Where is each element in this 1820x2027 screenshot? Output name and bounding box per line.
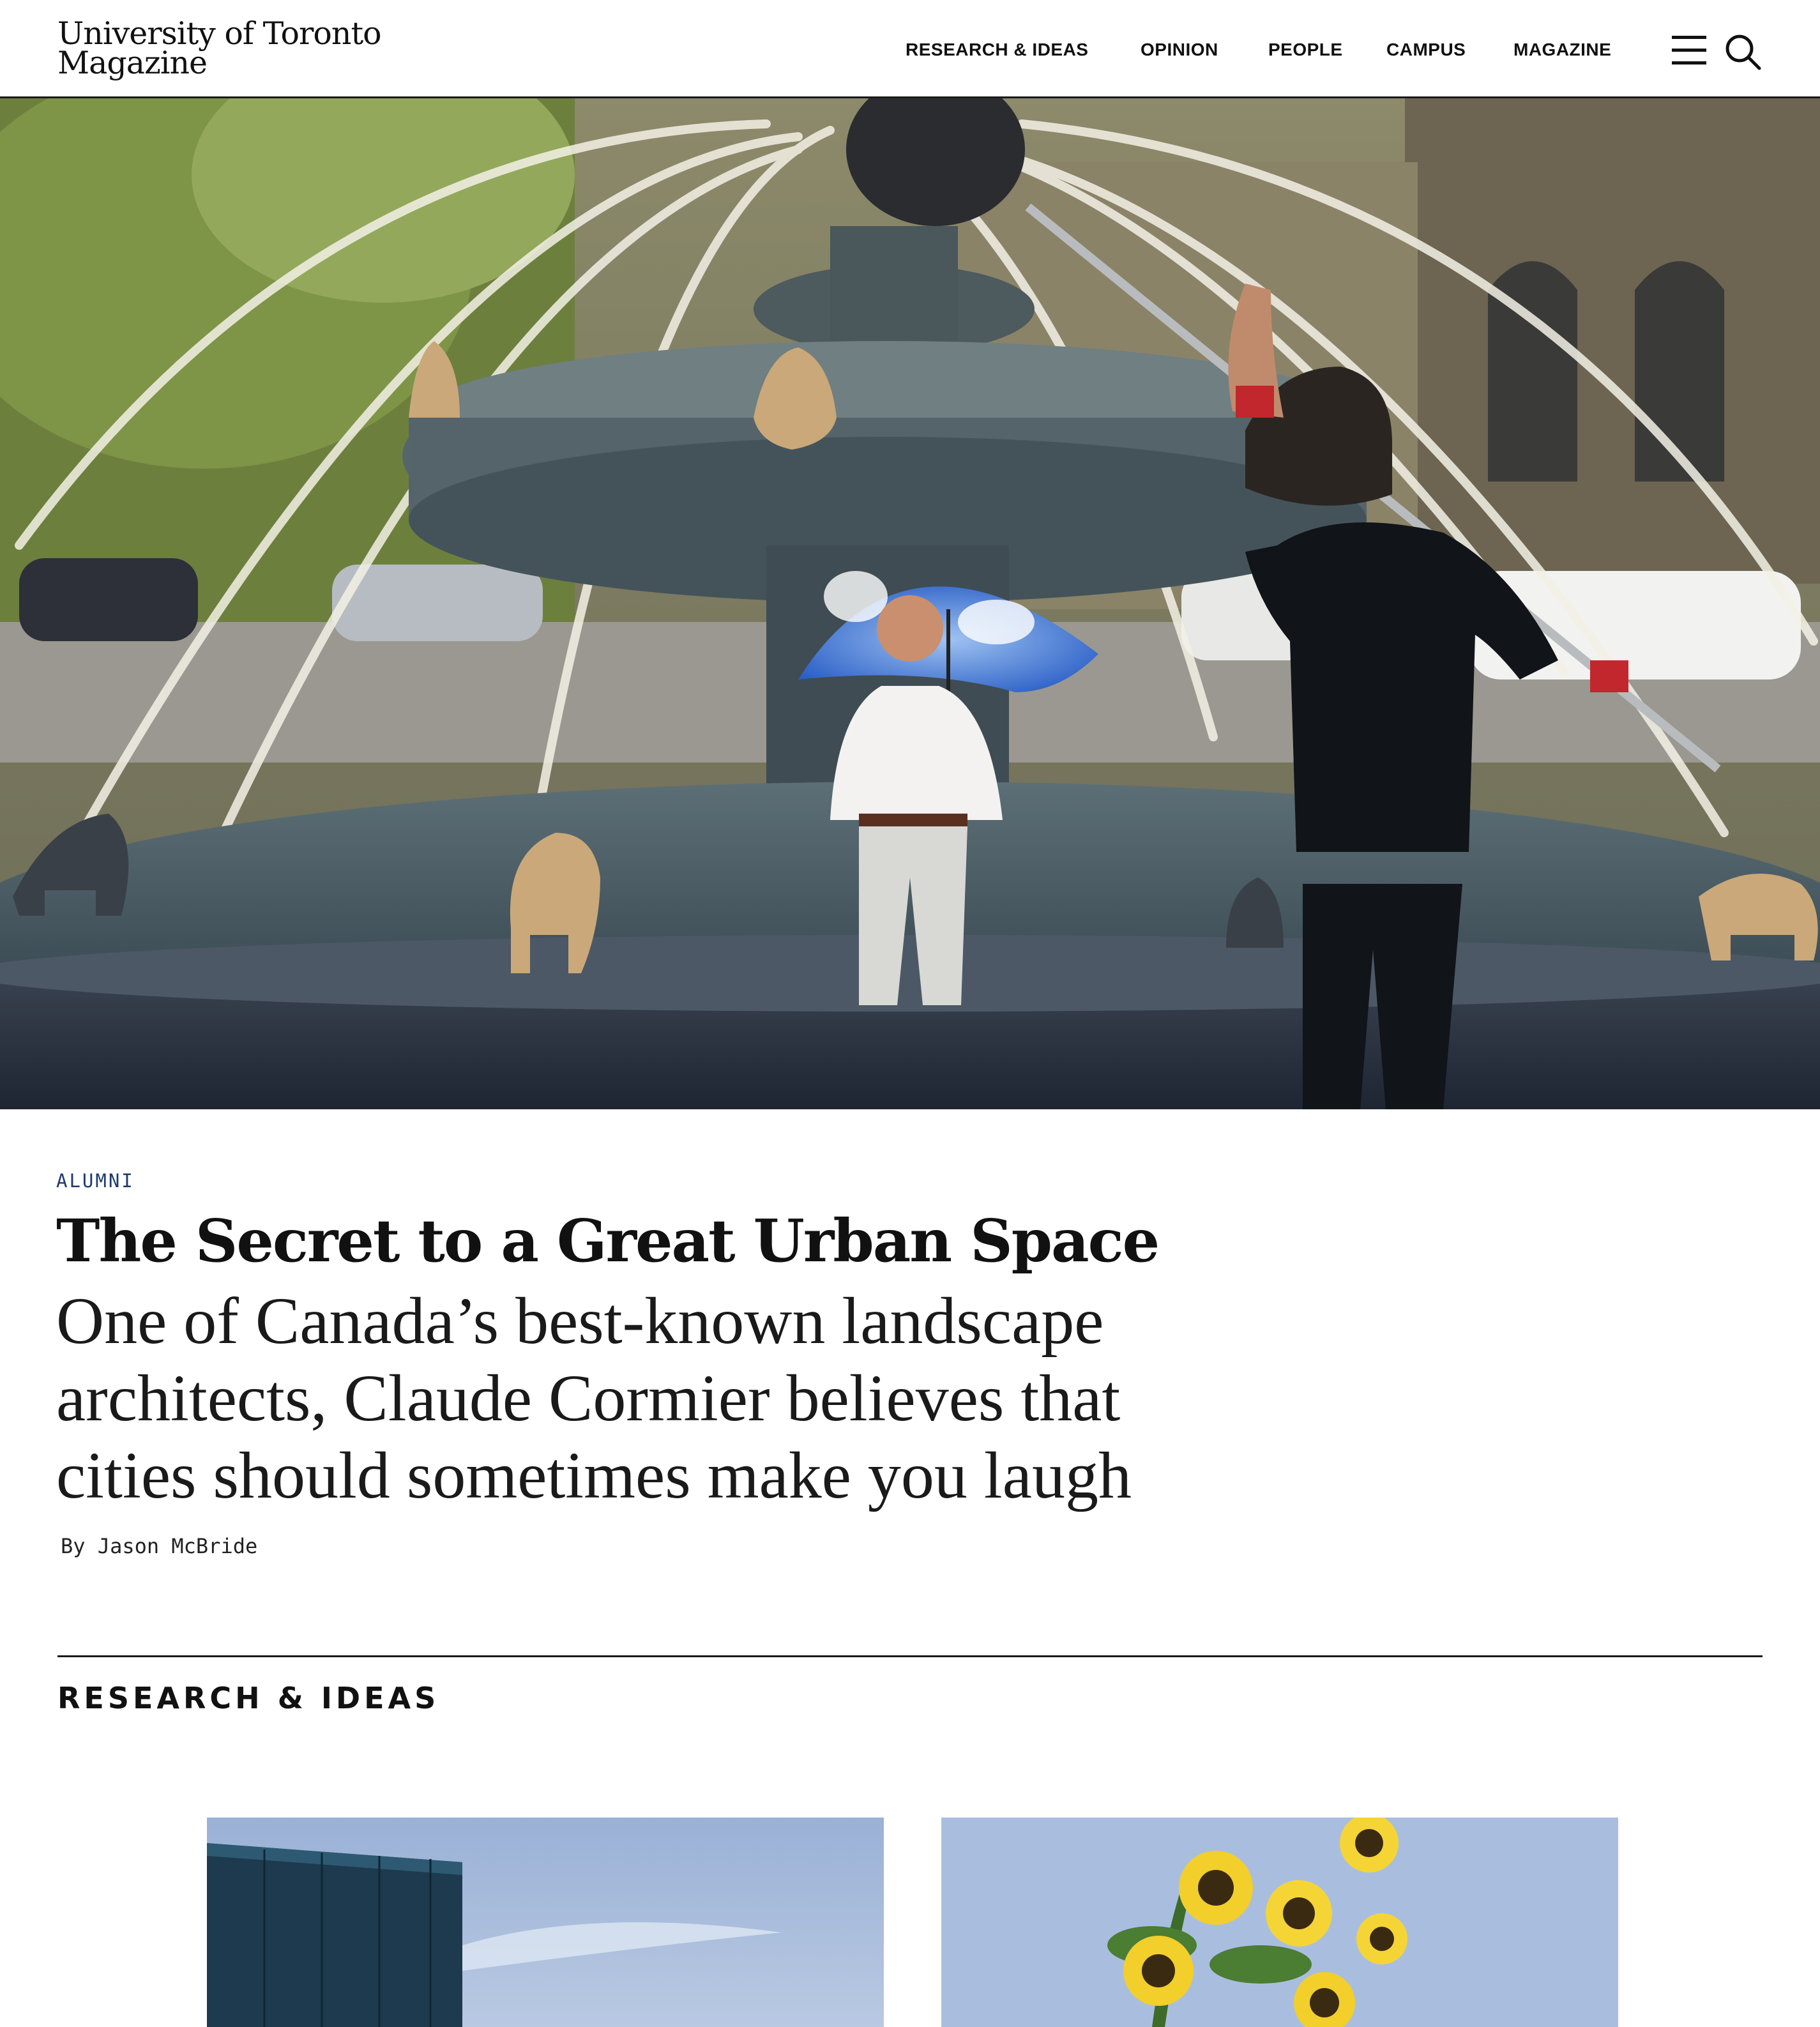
nav-people[interactable]: PEOPLE <box>1268 40 1343 60</box>
article-byline: By Jason McBride <box>61 1534 258 1558</box>
hero-image <box>0 98 1820 1109</box>
section-title[interactable]: RESEARCH & IDEAS <box>57 1681 439 1715</box>
nav-campus[interactable]: CAMPUS <box>1386 40 1466 60</box>
section-divider <box>57 1655 1763 1657</box>
card-image-building[interactable] <box>207 1818 884 2027</box>
card-image-sunflowers[interactable] <box>941 1818 1618 2027</box>
nav-magazine[interactable]: MAGAZINE <box>1513 40 1611 60</box>
nav-opinion[interactable]: OPINION <box>1141 40 1218 60</box>
site-logo[interactable]: University of Toronto Magazine <box>57 18 382 81</box>
logo-line-2: Magazine <box>57 45 208 81</box>
building-photo <box>207 1818 884 2027</box>
article-title: The Secret to a Great Urban Space <box>56 1206 1160 1275</box>
site-header: University of Toronto Magazine RESEARCH … <box>0 0 1820 98</box>
fountain-photo <box>0 98 1820 1109</box>
article-category[interactable]: ALUMNI <box>56 1170 135 1192</box>
hamburger-menu-icon[interactable] <box>1672 36 1708 65</box>
search-icon[interactable] <box>1724 33 1761 70</box>
nav-research-ideas[interactable]: RESEARCH & IDEAS <box>906 40 1088 60</box>
article-deck: One of Canada’s best-known landscape arc… <box>56 1284 1132 1512</box>
sunflowers-photo <box>941 1818 1618 2027</box>
